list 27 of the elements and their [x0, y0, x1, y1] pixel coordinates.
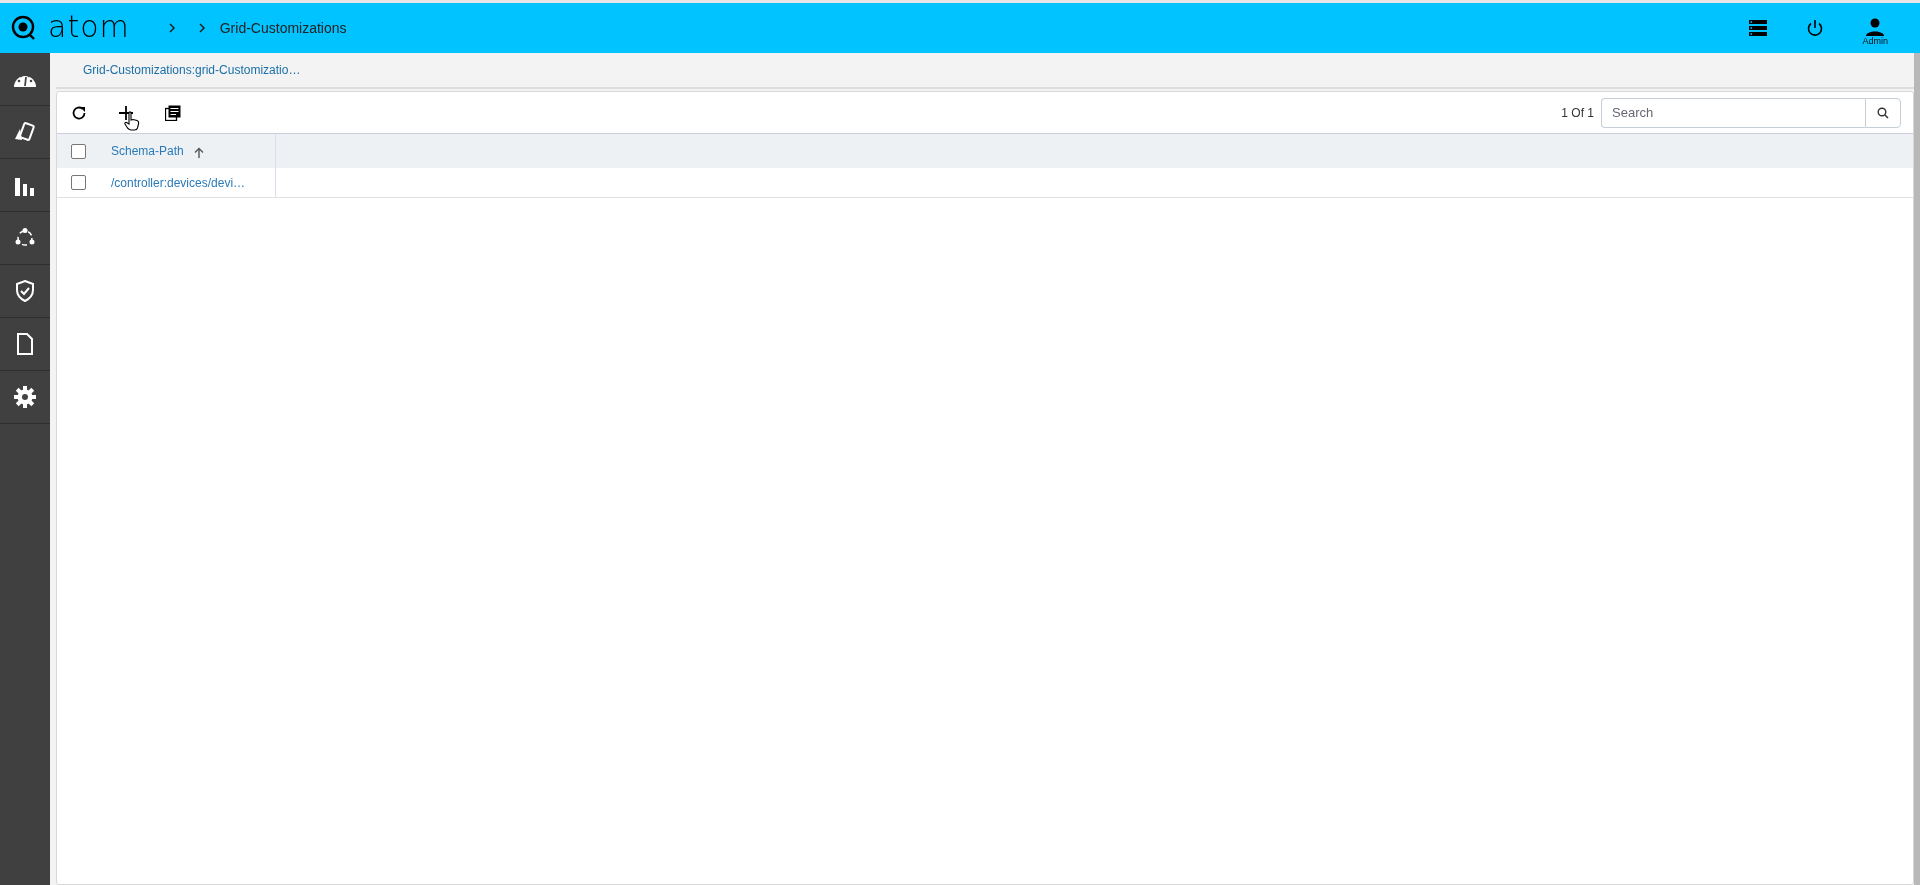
row-checkbox[interactable]	[70, 175, 86, 190]
breadcrumb-item[interactable]: Grid-Customizations	[219, 20, 347, 36]
search-button[interactable]	[1865, 97, 1901, 128]
schema-path-link[interactable]: /controller:devices/devi…	[111, 175, 246, 190]
select-all-checkbox[interactable]	[70, 143, 86, 159]
refresh-icon[interactable]	[71, 104, 87, 121]
library-icon[interactable]	[165, 104, 181, 121]
chevron-icon	[197, 23, 206, 33]
page-count: 1 Of 1	[1561, 105, 1594, 120]
shield-check-icon[interactable]	[15, 280, 35, 302]
user-icon[interactable]	[1865, 18, 1886, 36]
search-field[interactable]: Search	[1601, 97, 1865, 128]
tab[interactable]: Grid-Customizations:grid-Customizatio…	[83, 63, 301, 77]
power-icon[interactable]	[1806, 19, 1825, 37]
cards-icon[interactable]	[13, 121, 37, 143]
document-icon[interactable]	[16, 333, 34, 355]
sort-arrow-icon[interactable]	[193, 147, 204, 159]
server-icon[interactable]	[1748, 19, 1769, 37]
nodes-icon[interactable]	[14, 227, 36, 249]
settings-icon[interactable]	[13, 385, 37, 409]
search-icon[interactable]	[1877, 106, 1889, 119]
logo-text: atom	[48, 8, 130, 44]
add-icon[interactable]	[118, 104, 134, 121]
hand-cursor-icon	[124, 110, 140, 131]
user-name: Admin	[1862, 36, 1888, 46]
chevron-icon	[167, 23, 176, 33]
column-header[interactable]: Schema-Path	[111, 144, 184, 158]
